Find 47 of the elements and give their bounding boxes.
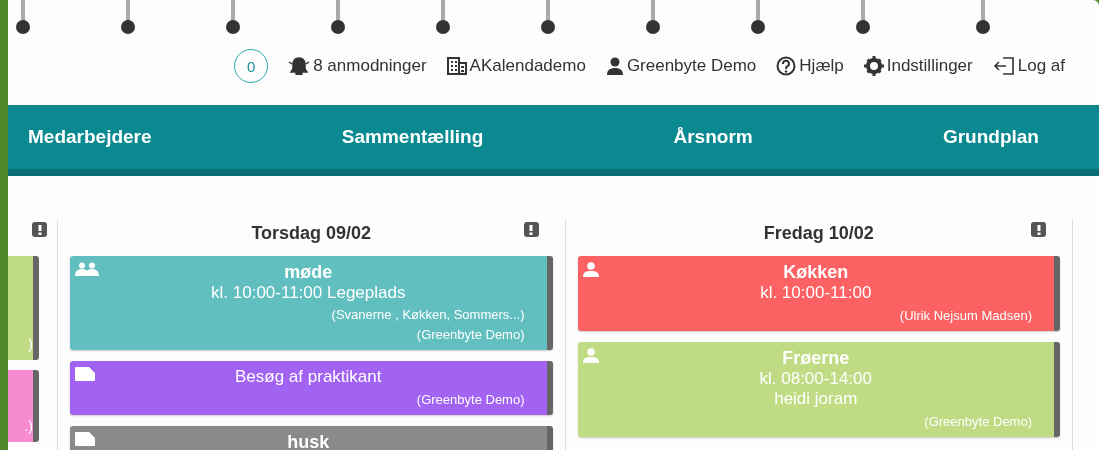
event-title: møde (284, 262, 333, 283)
header-link[interactable]: 8 anmodninger (288, 56, 427, 76)
nav-tab[interactable]: Grundplan (942, 126, 1039, 148)
settings-icon (863, 56, 884, 76)
event-time: kl. 10:00-11:00 Legeplads (211, 283, 406, 303)
nav-tab[interactable]: Årsnorm (673, 126, 753, 148)
header-link[interactable]: Indstillinger (863, 56, 973, 76)
event-card[interactable]: .) (8, 370, 39, 442)
alert-icon[interactable] (32, 222, 47, 237)
event-title: husk (287, 432, 330, 450)
header-link[interactable]: Log af (992, 56, 1065, 76)
note-icon (75, 432, 95, 446)
event-owner: (Greenbyte Demo) (924, 414, 1032, 429)
bell-icon (288, 57, 311, 75)
group-icon (75, 262, 99, 276)
event-card[interactable]: Køkken kl. 10:00-11:00 (Ulrik Nejsum Madsen) (577, 256, 1060, 331)
alert-icon[interactable] (1031, 222, 1046, 237)
header-link[interactable]: AKalendademo (446, 56, 586, 76)
event-time: kl. 08:00-14:00 (759, 369, 872, 389)
event-card[interactable]: møde kl. 10:00-11:00 Legeplads (Svanerne , Køkken, Sommers...) (Greenbyte Demo) (70, 256, 553, 350)
nav-tab[interactable]: Medarbejdere (28, 126, 152, 148)
day-title: Fredag 10/02 (763, 223, 874, 244)
logout-icon (992, 56, 1015, 76)
event-person: heidi joram (774, 389, 858, 409)
person-icon (605, 57, 624, 75)
event-text: ) (28, 336, 33, 352)
alert-icon[interactable] (523, 222, 539, 237)
day-title: Torsdag 09/02 (251, 223, 372, 244)
event-title: Køkken (783, 262, 849, 283)
event-title: Frøerne (782, 348, 850, 369)
event-text: .) (24, 418, 33, 434)
event-owner: (Greenbyte Demo) (416, 392, 525, 407)
note-icon (75, 367, 95, 381)
event-owner: (Greenbyte Demo) (416, 327, 525, 342)
nav-tab[interactable]: Sammentælling (341, 126, 484, 148)
event-owner: (Ulrik Nejsum Madsen) (899, 308, 1032, 323)
help-icon (776, 56, 797, 76)
event-card[interactable]: husk (70, 426, 553, 450)
event-participants: (Svanerne , Køkken, Sommers...) (331, 307, 525, 322)
event-time: kl. 10:00-11:00 (760, 283, 872, 303)
building-icon (446, 57, 467, 75)
person-icon (582, 262, 599, 277)
person-icon (582, 348, 599, 363)
header-link[interactable]: Hjælp (776, 56, 844, 76)
event-time: Besøg af praktikant (235, 367, 382, 387)
event-card[interactable]: Besøg af praktikant (Greenbyte Demo) (70, 361, 553, 415)
header-link[interactable]: Greenbyte Demo (605, 56, 757, 76)
